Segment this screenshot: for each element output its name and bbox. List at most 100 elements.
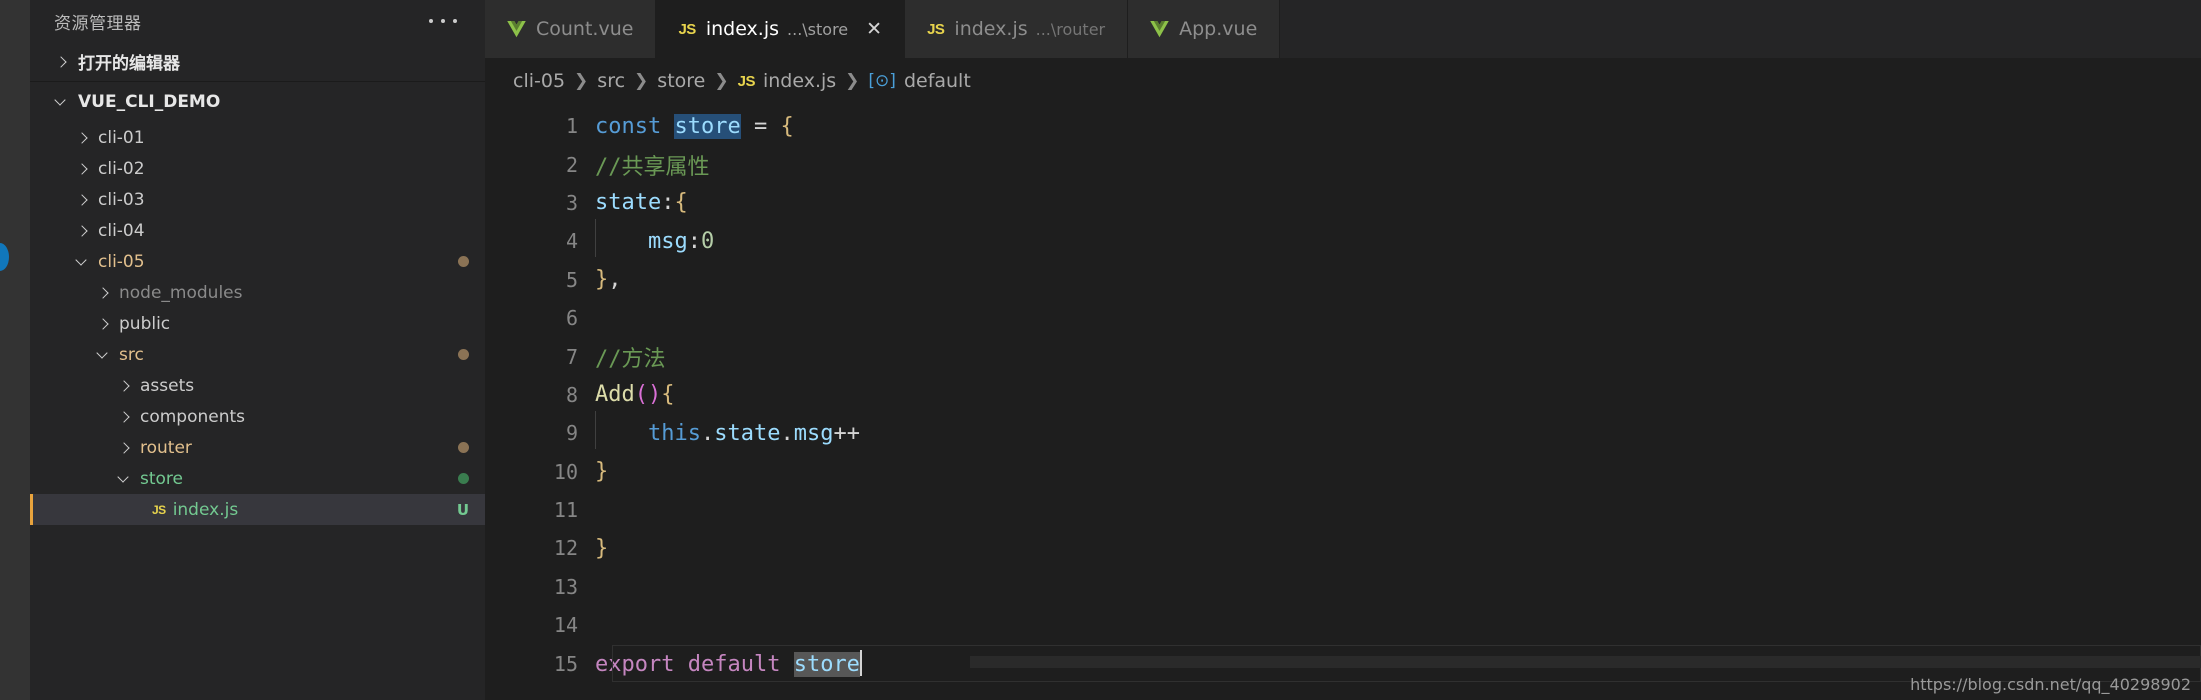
js-icon: JS xyxy=(152,502,166,517)
line-number: 14 xyxy=(553,613,578,638)
code-line[interactable]: 5}, xyxy=(485,261,2201,299)
workspace-root-section[interactable]: VUE_CLI_DEMO xyxy=(30,82,485,122)
tree-item-cli-02[interactable]: cli-02 xyxy=(30,153,485,184)
breadcrumb-separator-icon: ❯ xyxy=(714,71,729,91)
chevron-right-icon xyxy=(96,286,110,300)
editor-tab-index-js-store[interactable]: JS index.js ...\store ✕ xyxy=(656,0,906,58)
code-line[interactable]: 3 state:{ xyxy=(485,184,2201,222)
tree-item-cli-04[interactable]: cli-04 xyxy=(30,215,485,246)
open-editors-section[interactable]: 打开的编辑器 xyxy=(30,42,485,82)
chevron-right-icon xyxy=(75,162,89,176)
chevron-down-icon xyxy=(75,255,89,269)
tree-item-label: cli-02 xyxy=(98,158,145,179)
chevron-right-icon xyxy=(75,224,89,238)
git-status-dot-icon xyxy=(458,442,469,453)
code-line[interactable]: 1 const store = { xyxy=(485,107,2201,145)
breadcrumb-item-index-js[interactable]: JS index.js xyxy=(738,70,837,92)
tree-item-node-modules[interactable]: node_modules xyxy=(30,277,485,308)
status-dot-icon[interactable] xyxy=(0,243,9,271)
line-number: 4 xyxy=(565,229,578,254)
breadcrumb-separator-icon: ❯ xyxy=(845,71,860,91)
line-number: 12 xyxy=(553,536,578,561)
code-line[interactable]: 12} xyxy=(485,529,2201,567)
code-line[interactable]: 10} xyxy=(485,453,2201,491)
js-icon: JS xyxy=(737,72,756,90)
line-number: 13 xyxy=(553,574,578,599)
tab-label: Count.vue xyxy=(536,18,634,40)
tree-item-assets[interactable]: assets xyxy=(30,370,485,401)
tree-item-src[interactable]: src xyxy=(30,339,485,370)
code-line[interactable]: 7 //方法 xyxy=(485,337,2201,375)
tree-item-router[interactable]: router xyxy=(30,432,485,463)
git-status-badge: U xyxy=(456,500,469,519)
line-number: 6 xyxy=(565,306,578,331)
code-line[interactable]: 11 xyxy=(485,491,2201,529)
breadcrumb-label: index.js xyxy=(762,70,837,92)
line-number: 10 xyxy=(553,459,578,484)
tree-item-cli-01[interactable]: cli-01 xyxy=(30,122,485,153)
tree-item-label: src xyxy=(119,344,144,365)
editor-tab-bar: Count.vue JS index.js ...\store ✕ JS index.js.… xyxy=(485,0,2201,58)
breadcrumb-item-cli-05[interactable]: cli-05 xyxy=(513,70,565,92)
tree-item-components[interactable]: components xyxy=(30,401,485,432)
tree-item-cli-05[interactable]: cli-05 xyxy=(30,246,485,277)
code-editor[interactable]: 1 const store = {2//共享属性 3 state:{4 msg:0 5}… xyxy=(485,104,2201,683)
chevron-right-icon xyxy=(75,131,89,145)
explorer-sidebar: 资源管理器 打开的编辑器 VUE_CLI_DEMO cli-01 cli-02 cl… xyxy=(30,0,485,700)
code-line[interactable]: 14 xyxy=(485,606,2201,644)
code-line[interactable]: 13 xyxy=(485,568,2201,606)
tab-directory-label: ...\store xyxy=(787,19,849,39)
tree-item-index-js[interactable]: JS index.js U xyxy=(30,494,485,525)
code-line[interactable]: 8 Add(){ xyxy=(485,376,2201,414)
code-line-text: msg:0 xyxy=(595,218,714,257)
code-line[interactable]: 6 xyxy=(485,299,2201,337)
breadcrumb: cli-05 ❯ src ❯ store ❯ JS index.js ❯ [⊙] default xyxy=(485,58,2201,104)
code-line-text: } xyxy=(595,535,609,561)
breadcrumb-item-store[interactable]: store xyxy=(657,70,705,92)
chevron-down-icon xyxy=(117,472,131,486)
tree-item-label: cli-01 xyxy=(98,127,145,148)
tree-item-label: index.js xyxy=(172,499,239,520)
code-line[interactable]: 4 msg:0 xyxy=(485,218,2201,260)
symbol-object-icon: [⊙] xyxy=(868,71,896,91)
line-number: 2 xyxy=(565,152,578,177)
breadcrumb-label: cli-05 xyxy=(513,70,566,92)
tree-item-public[interactable]: public xyxy=(30,308,485,339)
code-line-text: export default store xyxy=(595,650,862,678)
tree-item-label: node_modules xyxy=(119,282,243,303)
editor-tab-count-vue[interactable]: Count.vue xyxy=(485,0,657,58)
chevron-right-icon xyxy=(117,379,131,393)
vscode-window: 资源管理器 打开的编辑器 VUE_CLI_DEMO cli-01 cli-02 cl… xyxy=(0,0,2201,700)
editor-tab-app-vue[interactable]: App.vue xyxy=(1128,0,1281,58)
git-status-dot-icon xyxy=(458,473,469,484)
close-icon[interactable]: ✕ xyxy=(866,20,882,39)
tree-item-label: cli-05 xyxy=(98,251,145,272)
tree-item-label: store xyxy=(140,468,183,489)
chevron-right-icon xyxy=(75,193,89,207)
breadcrumb-label: default xyxy=(903,70,971,92)
editor-tab-index-js-router[interactable]: JS index.js ...\router xyxy=(905,0,1129,58)
code-line-text: Add(){ xyxy=(595,382,675,408)
file-tree: cli-01 cli-02 cli-03 cli-04 cli-05 node_modul… xyxy=(30,122,485,525)
tree-item-label: router xyxy=(140,437,192,458)
tree-item-label: public xyxy=(119,313,171,334)
line-number: 11 xyxy=(553,498,578,523)
breadcrumb-label: src xyxy=(597,70,626,92)
breadcrumb-item-default[interactable]: [⊙] default xyxy=(868,70,970,92)
js-icon: JS xyxy=(678,20,696,38)
tree-item-label: cli-03 xyxy=(98,189,145,210)
chevron-right-icon xyxy=(117,441,131,455)
code-line-text: //方法 xyxy=(595,346,666,372)
code-line[interactable]: 9 this.state.msg++ xyxy=(485,410,2201,452)
line-number: 3 xyxy=(565,190,578,215)
open-editors-label: 打开的编辑器 xyxy=(78,54,180,74)
vue-icon xyxy=(1150,20,1169,37)
tree-item-store[interactable]: store xyxy=(30,463,485,494)
line-number: 8 xyxy=(565,382,578,407)
more-actions-icon[interactable] xyxy=(429,19,469,23)
code-line-text: }, xyxy=(595,267,622,293)
tree-item-label: components xyxy=(140,406,246,427)
breadcrumb-item-src[interactable]: src xyxy=(597,70,625,92)
code-line[interactable]: 2 //共享属性 xyxy=(485,145,2201,183)
tree-item-cli-03[interactable]: cli-03 xyxy=(30,184,485,215)
